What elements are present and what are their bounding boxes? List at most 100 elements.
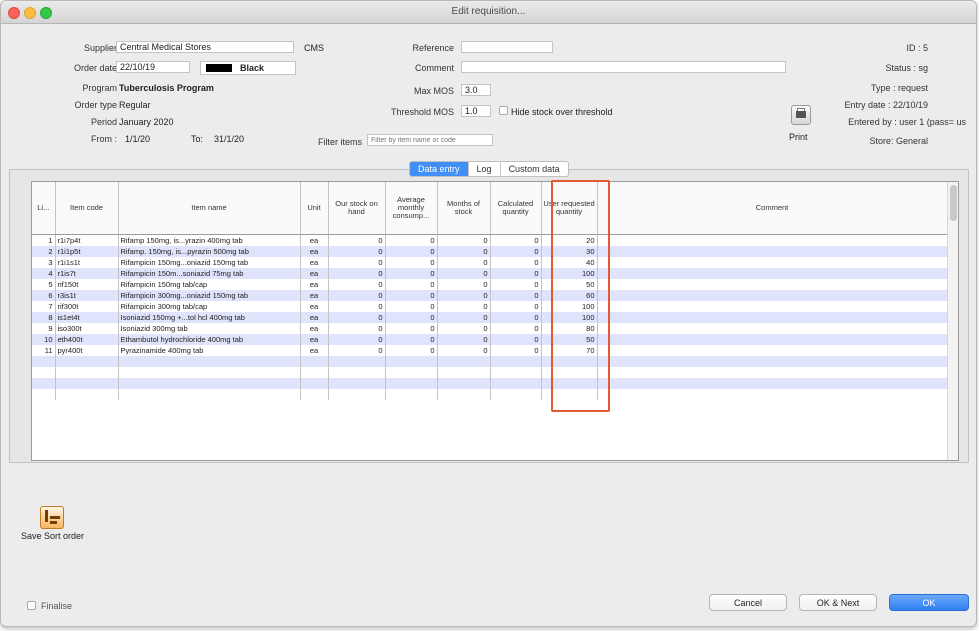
cell-item-name[interactable]: Rifampicin 300mg...oniazid 150mg tab	[118, 290, 301, 301]
cell-unit[interactable]: ea	[300, 257, 329, 268]
cell-months-of-stock[interactable]: 0	[437, 323, 491, 334]
column-header-stock-on-hand[interactable]: Our stock on hand	[328, 182, 386, 235]
table-row[interactable]: 11 pyr400t Pyrazinamide 400mg tab ea 0 0 0 0 70	[32, 345, 948, 356]
column-header-months-of-stock[interactable]: Months of stock	[437, 182, 491, 235]
empty-table-row[interactable]	[32, 367, 948, 378]
cell-stock-on-hand[interactable]: 0	[328, 301, 386, 312]
cell-item-code[interactable]: rif300t	[55, 301, 119, 312]
cell-average-consumption[interactable]: 0	[385, 290, 438, 301]
cell-stock-on-hand[interactable]: 0	[328, 257, 386, 268]
cell-average-consumption[interactable]: 0	[385, 301, 438, 312]
cell-average-consumption[interactable]: 0	[385, 323, 438, 334]
cell-calculated-quantity[interactable]: 0	[490, 312, 542, 323]
cell-calculated-quantity[interactable]: 0	[490, 345, 542, 356]
cell-item-code[interactable]: r1is7t	[55, 268, 119, 279]
cell-line-number[interactable]: 3	[32, 257, 56, 268]
cell-calculated-quantity[interactable]: 0	[490, 334, 542, 345]
color-picker[interactable]: Black	[200, 61, 296, 75]
cell-average-consumption[interactable]: 0	[385, 334, 438, 345]
cell-unit[interactable]: ea	[300, 279, 329, 290]
column-header-calculated-quantity[interactable]: Calculated quantity	[490, 182, 542, 235]
printer-icon[interactable]	[791, 105, 811, 125]
column-header-average-consumption[interactable]: Average monthly consump...	[385, 182, 438, 235]
cell-average-consumption[interactable]: 0	[385, 345, 438, 356]
cell-stock-on-hand[interactable]: 0	[328, 246, 386, 257]
cell-average-consumption[interactable]: 0	[385, 268, 438, 279]
cell-comment[interactable]	[597, 279, 948, 290]
cell-unit[interactable]: ea	[300, 234, 329, 246]
cell-line-number[interactable]: 8	[32, 312, 56, 323]
cell-stock-on-hand[interactable]: 0	[328, 312, 386, 323]
cell-item-name[interactable]: Pyrazinamide 400mg tab	[118, 345, 301, 356]
cell-line-number[interactable]: 11	[32, 345, 56, 356]
cell-requested-quantity[interactable]: 50	[541, 334, 598, 345]
cell-comment[interactable]	[597, 246, 948, 257]
cell-average-consumption[interactable]: 0	[385, 234, 438, 246]
column-header-line[interactable]: Li...	[32, 182, 56, 235]
cell-requested-quantity[interactable]: 80	[541, 323, 598, 334]
cell-requested-quantity[interactable]: 100	[541, 301, 598, 312]
cell-average-consumption[interactable]: 0	[385, 279, 438, 290]
cell-stock-on-hand[interactable]: 0	[328, 279, 386, 290]
table-row[interactable]: 5 rif150t Rifampicin 150mg tab/cap ea 0 0 0 0 50	[32, 279, 948, 290]
cell-item-code[interactable]: eth400t	[55, 334, 119, 345]
column-header-requested-quantity[interactable]: User requested quantity	[541, 182, 598, 235]
cell-comment[interactable]	[597, 268, 948, 279]
cell-item-code[interactable]: iso300t	[55, 323, 119, 334]
table-row[interactable]: 9 iso300t Isoniazid 300mg tab ea 0 0 0 0 80	[32, 323, 948, 334]
cell-unit[interactable]: ea	[300, 323, 329, 334]
cell-comment[interactable]	[597, 234, 948, 246]
cell-item-code[interactable]: r3is1t	[55, 290, 119, 301]
cell-calculated-quantity[interactable]: 0	[490, 323, 542, 334]
table-row[interactable]: 1 r1i7p4t Rifamp 150mg, is...yrazin 400mg …	[32, 234, 948, 246]
cell-item-name[interactable]: Isoniazid 300mg tab	[118, 323, 301, 334]
cell-item-code[interactable]: r1i1p5t	[55, 246, 119, 257]
empty-table-row[interactable]	[32, 356, 948, 367]
cell-months-of-stock[interactable]: 0	[437, 345, 491, 356]
cell-months-of-stock[interactable]: 0	[437, 290, 491, 301]
cell-item-name[interactable]: Rifampicin 300mg tab/cap	[118, 301, 301, 312]
cell-item-code[interactable]: pyr400t	[55, 345, 119, 356]
cell-stock-on-hand[interactable]: 0	[328, 290, 386, 301]
cell-stock-on-hand[interactable]: 0	[328, 268, 386, 279]
hide-stock-checkbox[interactable]	[499, 106, 508, 115]
max-mos-field[interactable]: 3.0	[461, 84, 491, 96]
cell-calculated-quantity[interactable]: 0	[490, 301, 542, 312]
cell-unit[interactable]: ea	[300, 301, 329, 312]
cell-unit[interactable]: ea	[300, 268, 329, 279]
cell-stock-on-hand[interactable]: 0	[328, 334, 386, 345]
table-row[interactable]: 3 r1i1s1t Rifampicin 150mg...oniazid 150mg…	[32, 257, 948, 268]
cancel-button[interactable]: Cancel	[709, 594, 787, 611]
cell-months-of-stock[interactable]: 0	[437, 268, 491, 279]
filter-items-input[interactable]	[367, 134, 493, 146]
cell-line-number[interactable]: 2	[32, 246, 56, 257]
cell-months-of-stock[interactable]: 0	[437, 334, 491, 345]
cell-calculated-quantity[interactable]: 0	[490, 234, 542, 246]
table-row[interactable]: 10 eth400t Ethambutol hydrochloride 400mg …	[32, 334, 948, 345]
tab-custom-data[interactable]: Custom data	[499, 162, 568, 176]
cell-line-number[interactable]: 5	[32, 279, 56, 290]
cell-comment[interactable]	[597, 312, 948, 323]
tab-log[interactable]: Log	[467, 162, 500, 176]
cell-item-name[interactable]: Rifamp. 150mg, is...pyrazin 500mg tab	[118, 246, 301, 257]
cell-line-number[interactable]: 1	[32, 234, 56, 246]
column-header-comment[interactable]: Comment	[597, 182, 948, 235]
cell-item-name[interactable]: Rifamp 150mg, is...yrazin 400mg tab	[118, 234, 301, 246]
cell-calculated-quantity[interactable]: 0	[490, 279, 542, 290]
column-header-unit[interactable]: Unit	[300, 182, 329, 235]
tab-data-entry[interactable]: Data entry	[410, 162, 468, 176]
cell-unit[interactable]: ea	[300, 345, 329, 356]
cell-item-name[interactable]: Rifampicin 150m...soniazid 75mg tab	[118, 268, 301, 279]
cell-calculated-quantity[interactable]: 0	[490, 290, 542, 301]
cell-unit[interactable]: ea	[300, 312, 329, 323]
cell-comment[interactable]	[597, 334, 948, 345]
table-row[interactable]: 2 r1i1p5t Rifamp. 150mg, is...pyrazin 500m…	[32, 246, 948, 257]
cell-line-number[interactable]: 4	[32, 268, 56, 279]
requisition-lines-table[interactable]: Li... Item code Item name Unit Our stock…	[31, 181, 959, 461]
cell-calculated-quantity[interactable]: 0	[490, 268, 542, 279]
cell-requested-quantity[interactable]: 60	[541, 290, 598, 301]
table-scrollbar[interactable]	[947, 182, 958, 460]
comment-field[interactable]	[461, 61, 786, 73]
cell-item-name[interactable]: Ethambutol hydrochloride 400mg tab	[118, 334, 301, 345]
cell-comment[interactable]	[597, 323, 948, 334]
